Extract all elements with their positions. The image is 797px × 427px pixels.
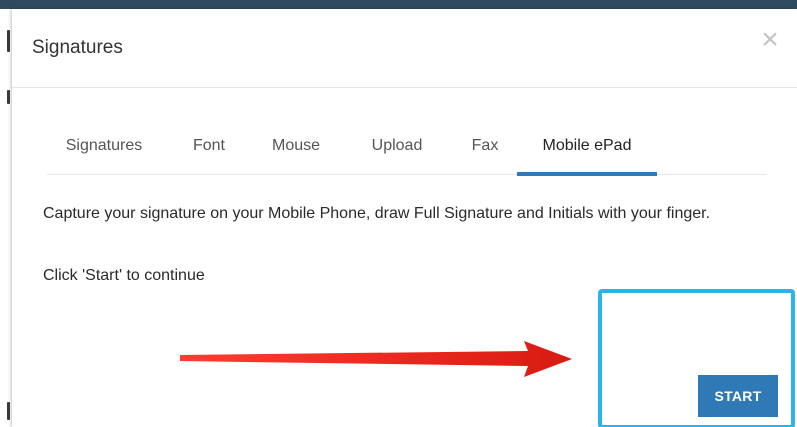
continue-prompt: Click 'Start' to continue — [43, 267, 205, 284]
close-icon[interactable]: × — [757, 25, 783, 55]
tab-mobile-epad[interactable]: Mobile ePad — [517, 126, 657, 176]
arrow-shape — [180, 341, 572, 377]
tab-mouse[interactable]: Mouse — [263, 126, 329, 172]
screenshot-stage: Signatures × Signatures Font Mouse Uploa… — [0, 0, 797, 427]
tab-font[interactable]: Font — [185, 126, 233, 172]
modal-header: Signatures × — [12, 9, 797, 88]
signature-method-tabs: Signatures Font Mouse Upload Fax Mobile … — [47, 126, 767, 176]
tab-fax[interactable]: Fax — [463, 126, 507, 172]
arrow-right-icon — [180, 341, 572, 377]
tab-upload[interactable]: Upload — [360, 126, 434, 172]
background-page-edge — [7, 90, 10, 104]
background-page-edge — [7, 30, 10, 52]
start-button[interactable]: START — [698, 375, 778, 417]
background-page-edge — [7, 402, 10, 420]
background-page-strip — [0, 0, 797, 9]
signatures-modal: Signatures × Signatures Font Mouse Uploa… — [12, 9, 797, 427]
instruction-text: Capture your signature on your Mobile Ph… — [43, 205, 711, 222]
modal-title: Signatures — [32, 37, 123, 58]
tab-signatures[interactable]: Signatures — [47, 126, 161, 172]
